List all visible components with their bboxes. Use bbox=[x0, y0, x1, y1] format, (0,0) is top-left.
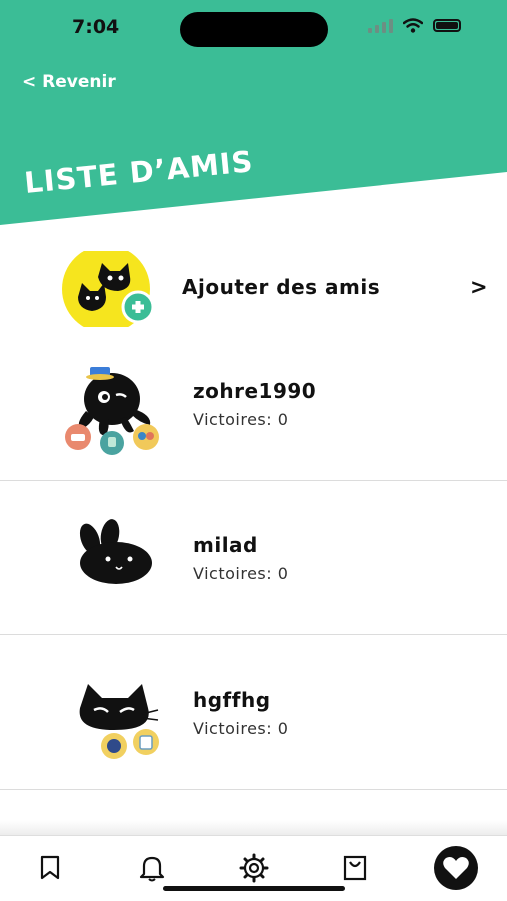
signal-icon bbox=[368, 18, 393, 33]
battery-icon bbox=[433, 19, 461, 32]
friend-row[interactable]: hgffhg Victoires: 0 bbox=[0, 636, 507, 790]
tab-bookmarks[interactable] bbox=[30, 848, 70, 888]
add-friends-button[interactable]: Ajouter des amis > bbox=[0, 245, 507, 335]
wifi-icon bbox=[403, 18, 423, 33]
bell-icon bbox=[139, 856, 165, 882]
heart-icon bbox=[434, 846, 478, 890]
friend-row[interactable]: zohre1990 Victoires: 0 bbox=[0, 327, 507, 481]
friend-name: zohre1990 bbox=[193, 379, 317, 403]
rabbit-icon bbox=[79, 519, 152, 584]
friend-wins: Victoires: 0 bbox=[193, 564, 289, 583]
tab-settings[interactable] bbox=[234, 848, 274, 888]
bag-icon bbox=[343, 855, 367, 881]
bookmark-icon bbox=[40, 855, 60, 880]
tab-shop[interactable] bbox=[335, 848, 375, 888]
tab-friends[interactable] bbox=[432, 846, 480, 890]
back-label: < Revenir bbox=[22, 72, 116, 92]
status-icons bbox=[368, 18, 461, 33]
cat-icon bbox=[79, 684, 159, 759]
chevron-right-icon: > bbox=[470, 275, 488, 299]
add-friends-icon bbox=[62, 251, 154, 327]
back-button[interactable]: < Revenir bbox=[22, 72, 116, 92]
friend-row[interactable]: milad Victoires: 0 bbox=[0, 481, 507, 635]
dynamic-island bbox=[180, 12, 328, 47]
add-friends-label: Ajouter des amis bbox=[182, 275, 381, 299]
row-divider bbox=[0, 634, 507, 635]
friend-name: hgffhg bbox=[193, 688, 271, 712]
tab-bar bbox=[0, 835, 507, 901]
gear-icon bbox=[239, 853, 269, 883]
friend-wins: Victoires: 0 bbox=[193, 719, 289, 738]
row-divider bbox=[0, 789, 507, 790]
home-indicator bbox=[163, 886, 345, 891]
friend-wins: Victoires: 0 bbox=[193, 410, 289, 429]
tab-notifications[interactable] bbox=[132, 848, 172, 888]
friend-name: milad bbox=[193, 533, 258, 557]
status-time: 7:04 bbox=[72, 16, 120, 38]
octopus-icon bbox=[65, 367, 159, 455]
